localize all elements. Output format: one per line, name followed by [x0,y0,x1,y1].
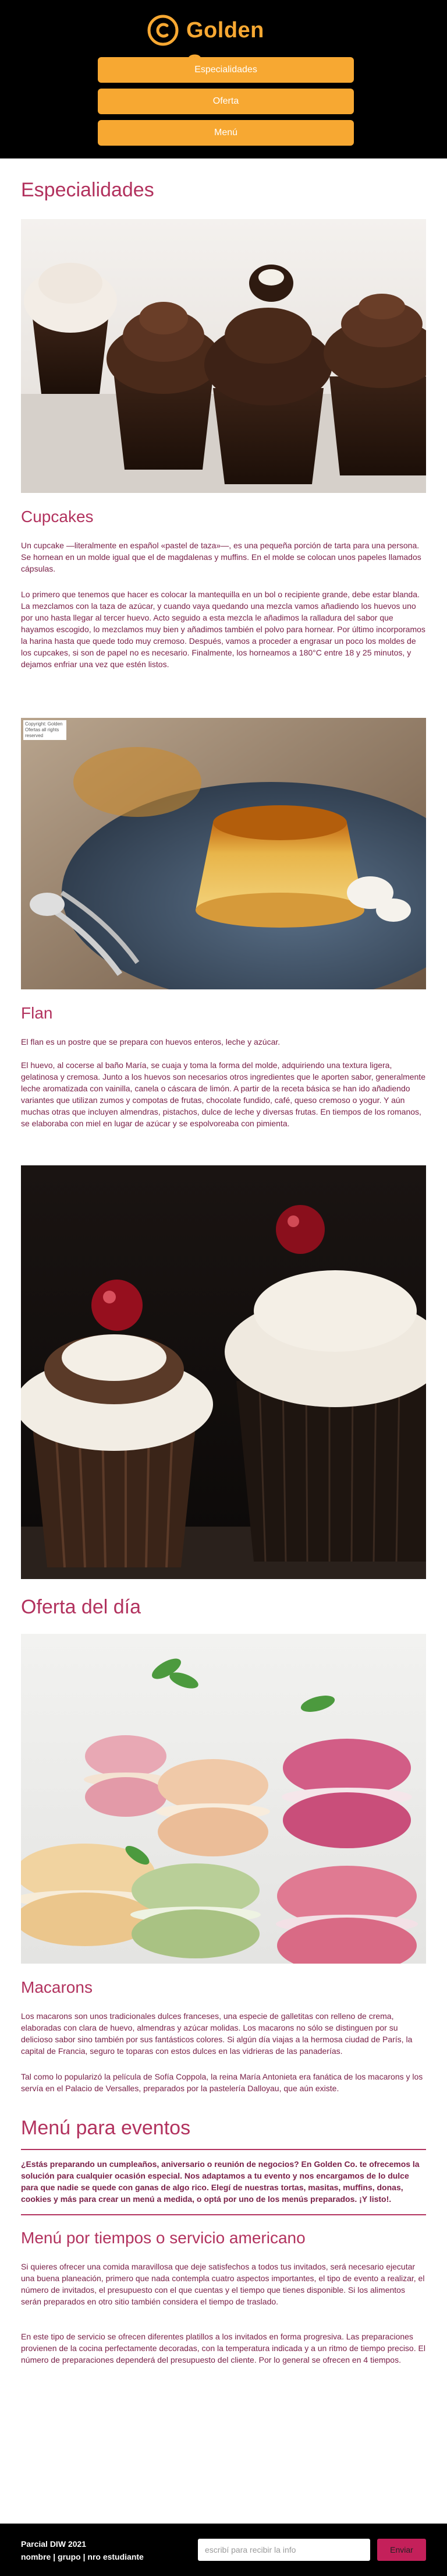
macarons-paragraph-2: Tal como lo popularizó la película de So… [21,2072,423,2093]
macarons-paragraph-1: Los macarons son unos tradicionales dulc… [21,2011,413,2056]
site-footer: Parcial DIW 2021 nombre | grupo | nro es… [0,2524,447,2576]
flan-paragraph-1: El flan es un postre que se prepara con … [21,1037,281,1046]
menu-tiempos-paragraph-2: En este tipo de servicio se ofrecen dife… [21,2332,425,2364]
cupcakes-paragraph-1: Un cupcake —literalmente en español «pas… [21,541,421,573]
divider-top [21,2149,426,2150]
newsletter-submit-button[interactable]: Enviar [377,2539,426,2561]
menu-tiempos-heading: Menú por tiempos o servicio americano [21,2229,306,2247]
macarons-heading: Macarons [21,1978,93,1996]
footer-line-1: Parcial DIW 2021 [21,2539,87,2549]
site-header: Golden Co. Especialidades Oferta Menú [0,0,447,158]
coin-logo-icon [147,15,179,46]
oferta-heading: Oferta del día [21,1596,141,1618]
menu-eventos-text: ¿Estás preparando un cumpleaños, anivers… [21,2159,420,2204]
chocolate-cupcakes-photo [21,1165,426,1579]
nav-especialidades-button[interactable]: Especialidades [98,57,354,83]
macarons-photo [21,1634,426,1964]
flan-heading: Flan [21,1004,53,1022]
nav-menu-button[interactable]: Menú [98,120,354,146]
especialidades-heading: Especialidades [21,179,154,201]
flan-photo: Copyright: Golden Ofertas all rights res… [21,718,426,989]
cupcakes-paragraph-2: Lo primero que tenemos que hacer es colo… [21,590,425,669]
footer-line-2: nombre | grupo | nro estudiante [21,2552,144,2561]
menu-tiempos-paragraph-1: Si quieres ofrecer una comida maravillos… [21,2262,425,2306]
nav-oferta-button[interactable]: Oferta [98,89,354,114]
menu-eventos-heading: Menú para eventos [21,2117,191,2139]
brand-logo[interactable]: Golden Co. [147,13,300,75]
cupcakes-photo [21,219,426,493]
photo-copyright-badge: Copyright: Golden Ofertas all rights res… [23,720,66,740]
footer-info: Parcial DIW 2021 nombre | grupo | nro es… [21,2538,144,2563]
cupcakes-heading: Cupcakes [21,508,94,526]
divider-bottom [21,2214,426,2215]
flan-paragraph-2: El huevo, al cocerse al baño María, se c… [21,1060,425,1128]
newsletter-input[interactable] [198,2539,370,2561]
